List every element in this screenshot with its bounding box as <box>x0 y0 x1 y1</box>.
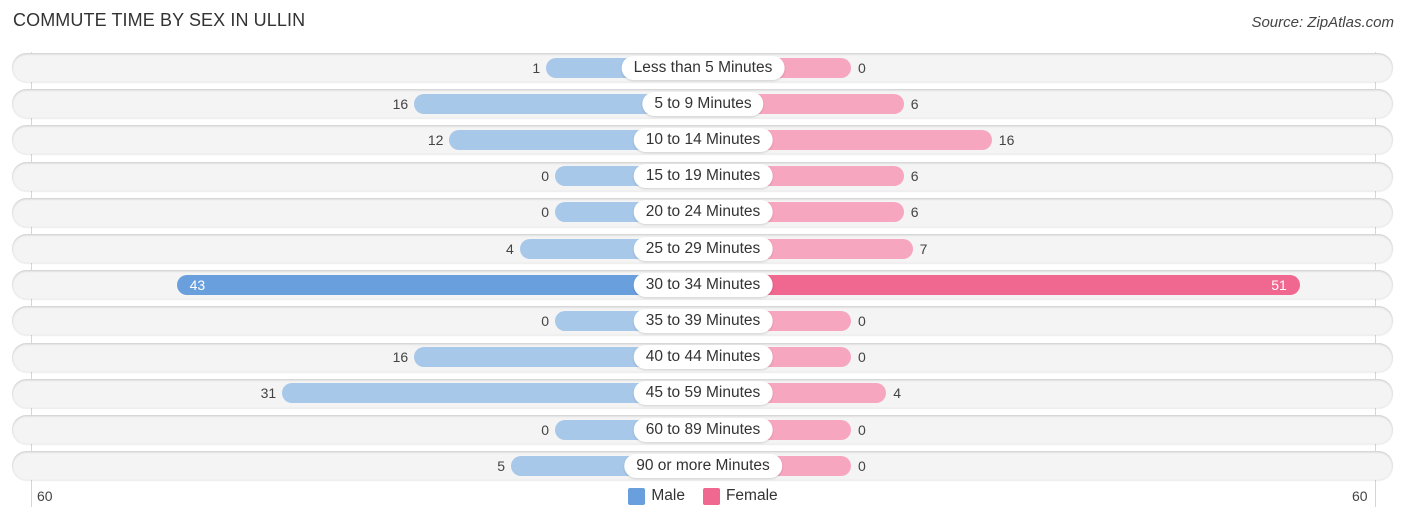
value-label-male: 43 <box>189 276 206 293</box>
category-label: 35 to 39 Minutes <box>633 308 773 333</box>
category-label: 10 to 14 Minutes <box>633 127 773 152</box>
legend-item-female: Female <box>702 487 778 505</box>
category-label: 5 to 9 Minutes <box>642 91 764 116</box>
value-label-male: 16 <box>392 349 409 366</box>
category-label: 20 to 24 Minutes <box>633 200 773 225</box>
legend-label-male: Male <box>651 487 685 504</box>
bar-female[interactable] <box>703 274 1300 295</box>
category-label: 60 to 89 Minutes <box>633 417 773 442</box>
value-label-female: 6 <box>910 204 919 221</box>
value-label-male: 5 <box>497 457 505 474</box>
value-label-female: 0 <box>858 457 866 474</box>
value-label-female: 6 <box>910 95 919 112</box>
legend-item-male: Male <box>628 487 685 505</box>
legend-label-female: Female <box>725 487 778 504</box>
value-label-male: 0 <box>541 204 549 221</box>
category-label: Less than 5 Minutes <box>621 55 785 80</box>
value-label-female: 6 <box>910 168 919 185</box>
category-label: 45 to 59 Minutes <box>633 381 773 406</box>
category-label: 30 to 34 Minutes <box>633 272 773 297</box>
category-label: 90 or more Minutes <box>624 453 782 478</box>
value-label-male: 0 <box>541 421 549 438</box>
legend-swatch-female <box>702 487 720 505</box>
value-label-female: 7 <box>919 240 928 257</box>
value-label-female: 4 <box>893 385 901 402</box>
category-label: 40 to 44 Minutes <box>633 345 773 370</box>
value-label-female: 0 <box>858 349 866 366</box>
value-label-female: 0 <box>858 421 866 438</box>
legend: Male Female <box>0 487 1406 505</box>
value-label-male: 4 <box>506 240 514 257</box>
value-label-female: 0 <box>858 312 866 329</box>
bar-male[interactable] <box>176 274 703 295</box>
value-label-male: 16 <box>392 95 409 112</box>
value-label-male: 1 <box>532 59 541 76</box>
source-label: Source: ZipAtlas.com <box>1251 14 1394 31</box>
value-label-female: 51 <box>1271 276 1287 293</box>
value-label-male: 12 <box>427 131 444 148</box>
value-label-male: 0 <box>541 168 549 185</box>
value-label-female: 0 <box>858 59 866 76</box>
legend-swatch-male <box>628 487 646 505</box>
value-label-female: 16 <box>998 131 1015 148</box>
category-label: 25 to 29 Minutes <box>633 236 773 261</box>
chart-title: COMMUTE TIME BY SEX IN ULLIN <box>13 10 306 30</box>
category-label: 15 to 19 Minutes <box>633 164 773 189</box>
value-label-male: 31 <box>260 385 277 402</box>
value-label-male: 0 <box>541 312 549 329</box>
